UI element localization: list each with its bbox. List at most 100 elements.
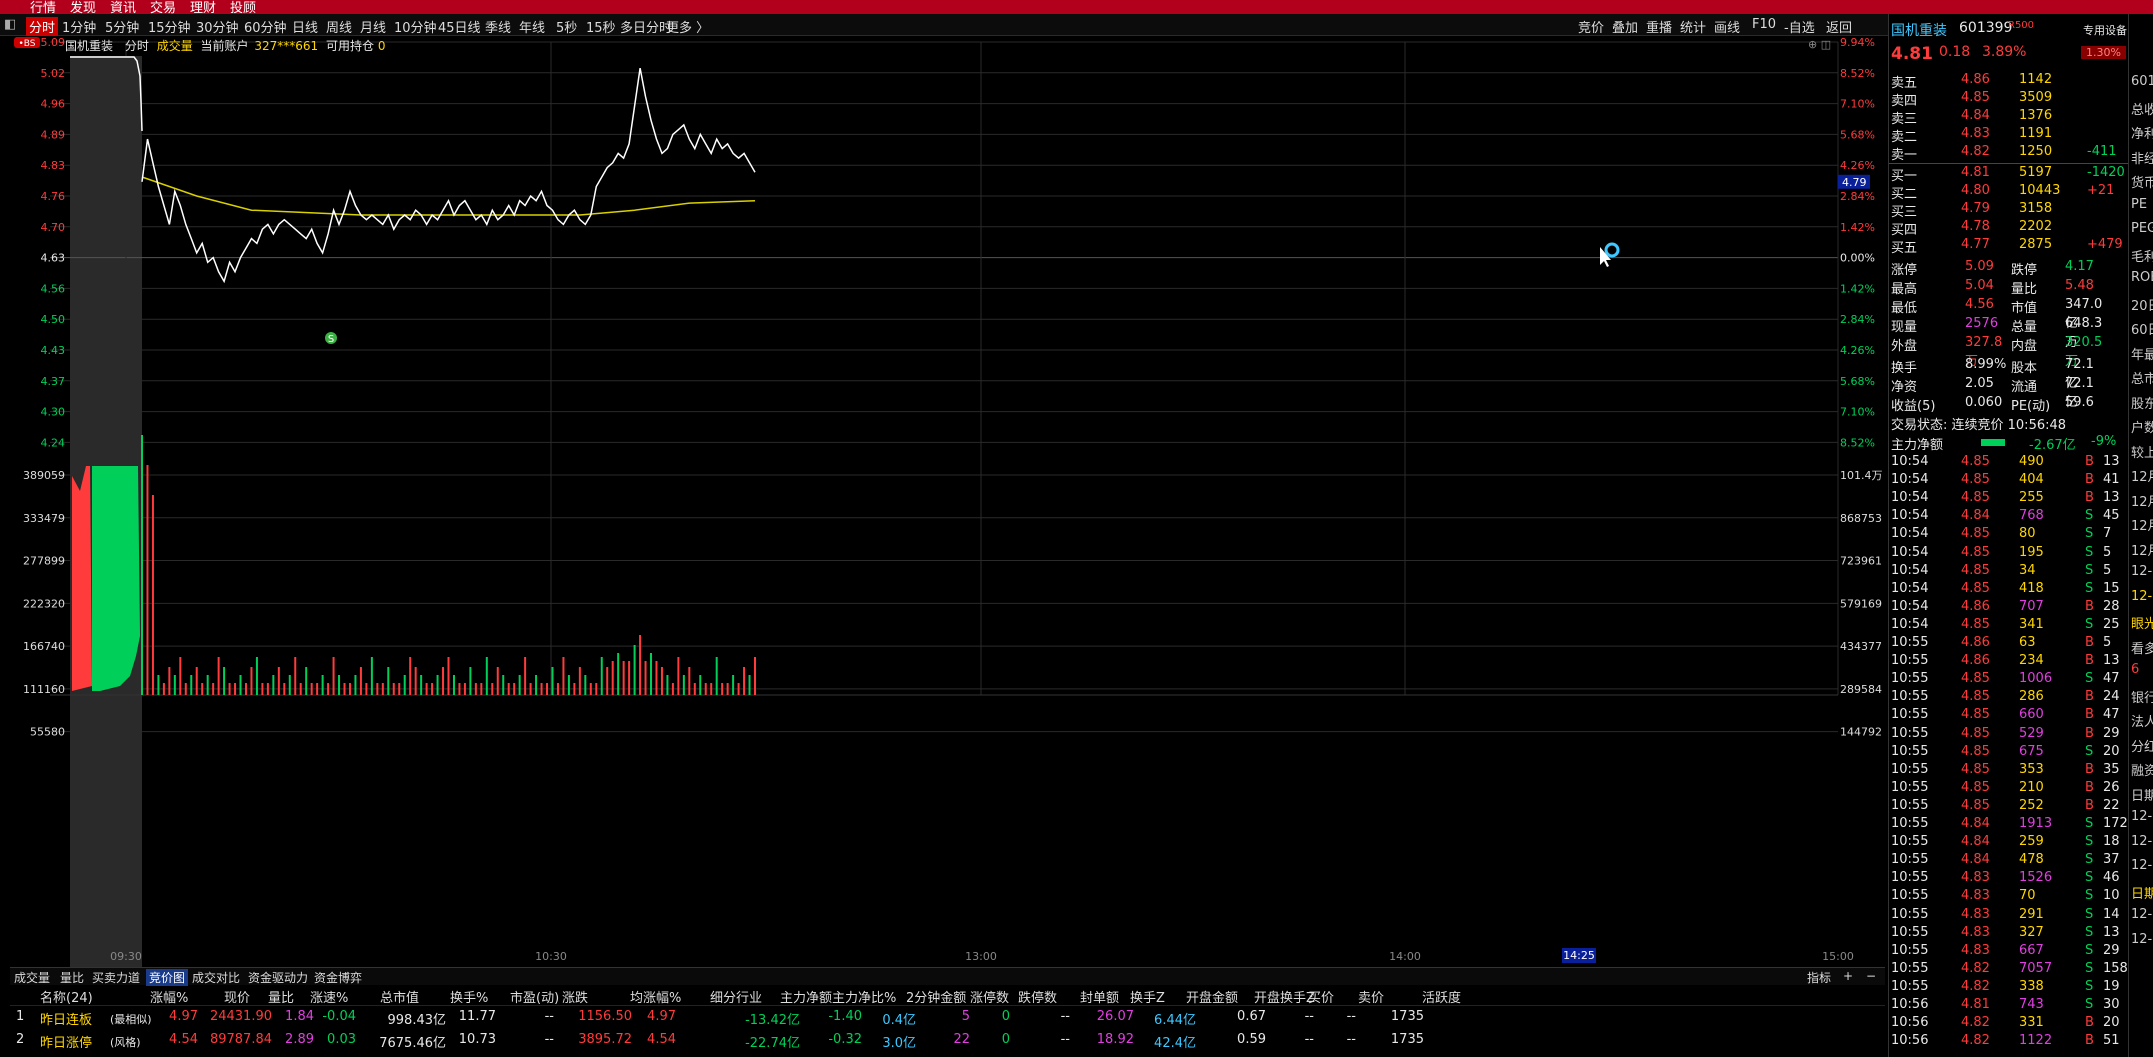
tick-row[interactable]: 10:55 4.85 660 B 47	[1889, 707, 2129, 725]
orderbook-row[interactable]: 买五 4.77 2875 +479	[1889, 237, 2129, 256]
column-header[interactable]: 换手%	[450, 987, 488, 1006]
tool-back[interactable]: 返回	[1826, 17, 1852, 36]
quote-industry[interactable]: 专用设备	[2083, 22, 2127, 38]
orderbook-row[interactable]: 卖二 4.83 1191	[1889, 126, 2129, 145]
tick-row[interactable]: 10:56 4.81 743 S 30	[1889, 997, 2129, 1015]
tick-row[interactable]: 10:55 4.85 353 B 35	[1889, 762, 2129, 780]
period-10min[interactable]: 10分钟	[394, 17, 437, 36]
period-30min[interactable]: 30分钟	[196, 17, 239, 36]
tick-row[interactable]: 10:54 4.86 707 B 28	[1889, 599, 2129, 617]
orderbook-row[interactable]: 买二 4.80 10443 +21	[1889, 183, 2129, 202]
tick-row[interactable]: 10:55 4.85 529 B 29	[1889, 726, 2129, 744]
column-header[interactable]: 细分行业	[710, 987, 762, 1006]
tick-row[interactable]: 10:55 4.86 63 B 5	[1889, 635, 2129, 653]
orderbook-row[interactable]: 买四 4.78 2202	[1889, 219, 2129, 238]
period-5min[interactable]: 5分钟	[105, 17, 139, 36]
tick-row[interactable]: 10:55 4.85 252 B 22	[1889, 798, 2129, 816]
tick-row[interactable]: 10:55 4.84 478 S 37	[1889, 852, 2129, 870]
period-month[interactable]: 月线	[360, 17, 386, 36]
period-day[interactable]: 日线	[292, 17, 318, 36]
tab-auction-chart[interactable]: 竞价图	[146, 969, 189, 986]
column-header[interactable]: 涨停数	[970, 987, 1009, 1006]
column-header[interactable]: 涨速%	[310, 987, 348, 1006]
column-header[interactable]: 均涨幅%	[630, 987, 681, 1006]
column-header[interactable]: 换手Z	[1130, 987, 1165, 1006]
column-header[interactable]: 总市值	[380, 987, 419, 1006]
period-quarter[interactable]: 季线	[485, 17, 511, 36]
tick-row[interactable]: 10:54 4.84 768 S 45	[1889, 508, 2129, 526]
tick-row[interactable]: 10:56 4.82 331 B 20	[1889, 1015, 2129, 1033]
tool-stats[interactable]: 统计	[1680, 17, 1706, 36]
tick-row[interactable]: 10:55 4.83 667 S 29	[1889, 943, 2129, 961]
period-1min[interactable]: 1分钟	[62, 17, 96, 36]
tick-row[interactable]: 10:54 4.85 490 B 13	[1889, 454, 2129, 472]
tick-row[interactable]: 10:55 4.82 7057 S 158	[1889, 961, 2129, 979]
column-header[interactable]: 2分钟金额	[906, 987, 966, 1006]
tick-row[interactable]: 10:54 4.85 80 S 7	[1889, 526, 2129, 544]
tool-watchlist[interactable]: -自选	[1784, 17, 1815, 36]
tick-row[interactable]: 10:55 4.85 210 B 26	[1889, 780, 2129, 798]
tick-row[interactable]: 10:55 4.83 1526 S 46	[1889, 870, 2129, 888]
tick-row[interactable]: 10:55 4.83 291 S 14	[1889, 907, 2129, 925]
orderbook-row[interactable]: 卖四 4.85 3509	[1889, 90, 2129, 109]
column-header[interactable]: 现价	[224, 987, 250, 1006]
layout-icon[interactable]: ◧	[4, 17, 16, 32]
tick-row[interactable]: 10:55 4.83 70 S 10	[1889, 888, 2129, 906]
zoom-out-button[interactable]: −	[1866, 969, 1876, 983]
column-header[interactable]: 量比	[268, 987, 294, 1006]
tool-replay[interactable]: 重播	[1646, 17, 1672, 36]
indicator-button[interactable]: 指标	[1807, 969, 1831, 986]
period-15sec[interactable]: 15秒	[586, 17, 616, 36]
tick-row[interactable]: 10:55 4.84 259 S 18	[1889, 834, 2129, 852]
column-header[interactable]: 涨跌	[562, 987, 588, 1006]
tool-auction[interactable]: 竞价	[1578, 17, 1604, 36]
tool-draw[interactable]: 画线	[1714, 17, 1740, 36]
tick-row[interactable]: 10:55 4.86 234 B 13	[1889, 653, 2129, 671]
period-60min[interactable]: 60分钟	[244, 17, 287, 36]
orderbook-row[interactable]: 卖一 4.82 1250 -411	[1889, 144, 2129, 163]
period-5sec[interactable]: 5秒	[556, 17, 577, 36]
column-header[interactable]: 开盘金额	[1186, 987, 1238, 1006]
tick-row[interactable]: 10:54 4.85 404 B 41	[1889, 472, 2129, 490]
zoom-in-button[interactable]: +	[1843, 969, 1853, 983]
column-header[interactable]: 买价	[1308, 987, 1334, 1006]
tab-volume-ratio[interactable]: 量比	[60, 969, 84, 986]
column-header[interactable]: 主力净额	[780, 987, 832, 1006]
column-header[interactable]: 卖价	[1358, 987, 1384, 1006]
intraday-chart[interactable]: 5.09 9.94% 5.02 8.52% 4.96 7.10% 4.89 5.68% 4.83…	[0, 36, 1888, 967]
tick-row[interactable]: 10:55 4.84 1913 S 172	[1889, 816, 2129, 834]
tick-row[interactable]: 10:55 4.85 286 B 24	[1889, 689, 2129, 707]
period-week[interactable]: 周线	[326, 17, 352, 36]
period-intraday[interactable]: 分时	[26, 17, 59, 36]
tick-row[interactable]: 10:54 4.85 418 S 15	[1889, 581, 2129, 599]
tick-row[interactable]: 10:55 4.83 327 S 13	[1889, 925, 2129, 943]
period-45day[interactable]: 45日线	[438, 17, 481, 36]
tick-row[interactable]: 10:55 4.85 675 S 20	[1889, 744, 2129, 762]
column-header[interactable]: 涨幅%	[150, 987, 188, 1006]
column-header[interactable]: 封单额	[1080, 987, 1119, 1006]
table-row[interactable]: 1 昨日连板 (最相似) 4.97 24431.90 1.84 -0.04 998.43亿 11…	[10, 1007, 1885, 1029]
period-year[interactable]: 年线	[519, 17, 545, 36]
period-15min[interactable]: 15分钟	[148, 17, 191, 36]
tick-row[interactable]: 10:54 4.85 195 S 5	[1889, 545, 2129, 563]
tick-row[interactable]: 10:54 4.85 34 S 5	[1889, 563, 2129, 581]
column-header[interactable]: 名称(24)	[40, 987, 93, 1006]
tick-row[interactable]: 10:55 4.85 1006 S 47	[1889, 671, 2129, 689]
tool-f10[interactable]: F10	[1752, 17, 1776, 32]
orderbook-row[interactable]: 卖五 4.86 1142	[1889, 72, 2129, 91]
column-header[interactable]: 活跃度	[1422, 987, 1461, 1006]
tick-row[interactable]: 10:54 4.85 341 S 25	[1889, 617, 2129, 635]
tab-capital-drive[interactable]: 资金驱动力	[248, 969, 308, 986]
tick-row[interactable]: 10:56 4.82 1122 B 51	[1889, 1033, 2129, 1051]
table-row[interactable]: 2 昨日涨停 (风格) 4.54 89787.84 2.89 0.03 7675.46亿 10.…	[10, 1030, 1885, 1052]
column-header[interactable]: 跌停数	[1018, 987, 1057, 1006]
orderbook-row[interactable]: 买一 4.81 5197 -1420	[1889, 165, 2129, 184]
tab-capital-game[interactable]: 资金博弈	[314, 969, 362, 986]
tool-overlay[interactable]: 叠加	[1612, 17, 1638, 36]
column-header[interactable]: 市盈(动)	[510, 987, 559, 1006]
tab-trade-compare[interactable]: 成交对比	[192, 969, 240, 986]
tick-row[interactable]: 10:55 4.82 338 S 19	[1889, 979, 2129, 997]
orderbook-row[interactable]: 卖三 4.84 1376	[1889, 108, 2129, 127]
column-header[interactable]: 开盘换手Z	[1254, 987, 1315, 1006]
tab-buy-sell-force[interactable]: 买卖力道	[92, 969, 140, 986]
